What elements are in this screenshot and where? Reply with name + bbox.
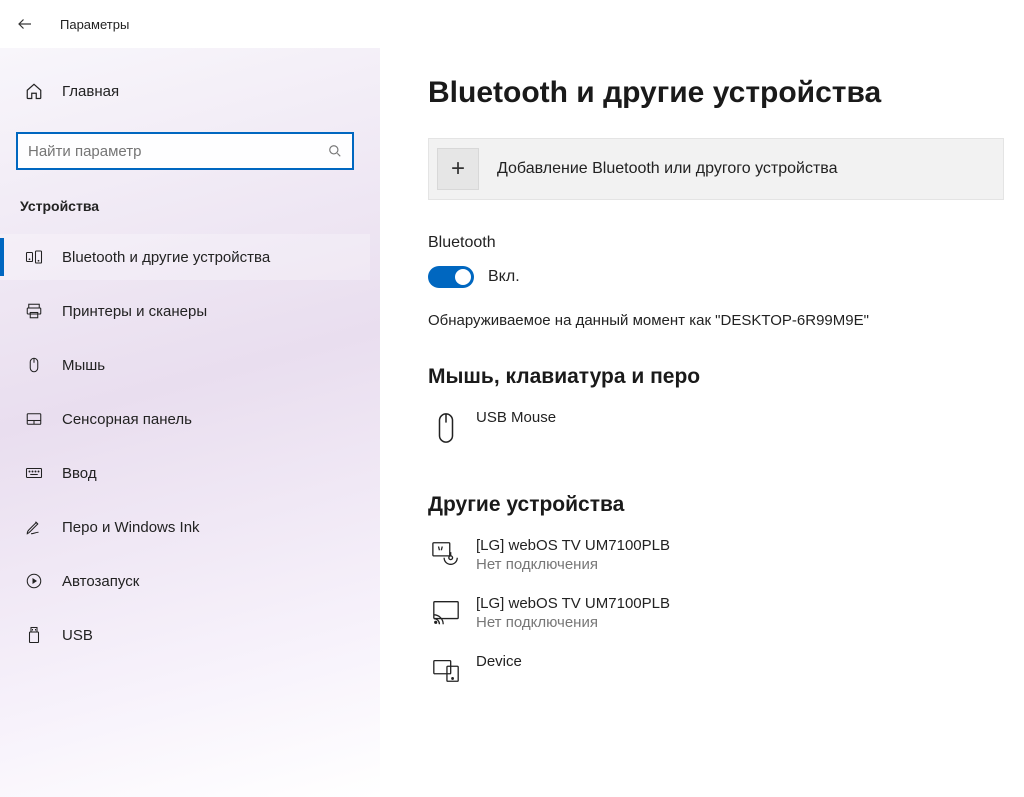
- media-device-icon: [428, 537, 464, 569]
- search-box[interactable]: [16, 132, 354, 170]
- page-heading: Bluetooth и другие устройства: [428, 76, 1004, 110]
- device-lg-tv-media[interactable]: [LG] webOS TV UM7100PLB Нет подключения: [428, 533, 1004, 591]
- bluetooth-toggle[interactable]: [428, 266, 474, 288]
- search-icon: [328, 144, 342, 158]
- topbar: Параметры: [0, 0, 1024, 48]
- add-device-label: Добавление Bluetooth или другого устройс…: [497, 160, 838, 178]
- sidebar-item-label: Автозапуск: [62, 573, 139, 590]
- sidebar-item-label: USB: [62, 627, 93, 644]
- multi-device-icon: [428, 653, 464, 685]
- sidebar-item-bluetooth[interactable]: Bluetooth и другие устройства: [0, 234, 370, 280]
- keyboard-icon: [22, 464, 46, 482]
- cast-device-icon: [428, 595, 464, 627]
- sidebar-item-typing[interactable]: Ввод: [0, 450, 370, 496]
- sidebar-item-usb[interactable]: USB: [0, 612, 370, 658]
- sidebar-item-printers[interactable]: Принтеры и сканеры: [0, 288, 370, 334]
- bluetooth-devices-icon: [22, 248, 46, 266]
- sidebar-item-pen[interactable]: Перо и Windows Ink: [0, 504, 370, 550]
- device-status: Нет подключения: [476, 556, 670, 573]
- section-other-devices: Другие устройства: [428, 493, 1004, 517]
- device-status: Нет подключения: [476, 614, 670, 631]
- device-lg-tv-cast[interactable]: [LG] webOS TV UM7100PLB Нет подключения: [428, 591, 1004, 649]
- sidebar-nav: Bluetooth и другие устройства Принтеры и…: [0, 234, 370, 658]
- sidebar-category: Устройства: [20, 198, 370, 214]
- printer-icon: [22, 302, 46, 320]
- sidebar-item-label: Мышь: [62, 357, 105, 374]
- sidebar: Главная Устройства Bluetooth и другие ус…: [0, 48, 380, 797]
- home-icon: [22, 82, 46, 100]
- device-name: [LG] webOS TV UM7100PLB: [476, 537, 670, 554]
- device-name: USB Mouse: [476, 409, 556, 426]
- sidebar-item-label: Перо и Windows Ink: [62, 519, 200, 536]
- sidebar-item-label: Сенсорная панель: [62, 411, 192, 428]
- sidebar-home[interactable]: Главная: [0, 68, 370, 114]
- usb-icon: [22, 626, 46, 644]
- device-usb-mouse[interactable]: USB Mouse: [428, 405, 1004, 463]
- plus-icon: +: [437, 148, 479, 190]
- device-generic[interactable]: Device: [428, 649, 1004, 703]
- pen-icon: [22, 518, 46, 536]
- autoplay-icon: [22, 572, 46, 590]
- window-title: Параметры: [60, 17, 129, 32]
- add-device-button[interactable]: + Добавление Bluetooth или другого устро…: [428, 138, 1004, 200]
- sidebar-item-autoplay[interactable]: Автозапуск: [0, 558, 370, 604]
- device-name: Device: [476, 653, 522, 670]
- device-name: [LG] webOS TV UM7100PLB: [476, 595, 670, 612]
- sidebar-item-mouse[interactable]: Мышь: [0, 342, 370, 388]
- sidebar-home-label: Главная: [62, 83, 119, 100]
- sidebar-item-label: Принтеры и сканеры: [62, 303, 207, 320]
- sidebar-item-label: Bluetooth и другие устройства: [62, 249, 270, 266]
- mouse-device-icon: [428, 409, 464, 445]
- discoverable-text: Обнаруживаемое на данный момент как "DES…: [428, 312, 1004, 329]
- search-input[interactable]: [28, 143, 328, 160]
- sidebar-item-label: Ввод: [62, 465, 97, 482]
- main-content: Bluetooth и другие устройства + Добавлен…: [380, 48, 1024, 797]
- bluetooth-label: Bluetooth: [428, 234, 1004, 252]
- back-button[interactable]: [16, 15, 40, 33]
- mouse-icon: [22, 356, 46, 374]
- bluetooth-toggle-state: Вкл.: [488, 268, 520, 286]
- touchpad-icon: [22, 410, 46, 428]
- section-mouse-keyboard-pen: Мышь, клавиатура и перо: [428, 365, 1004, 389]
- sidebar-item-touchpad[interactable]: Сенсорная панель: [0, 396, 370, 442]
